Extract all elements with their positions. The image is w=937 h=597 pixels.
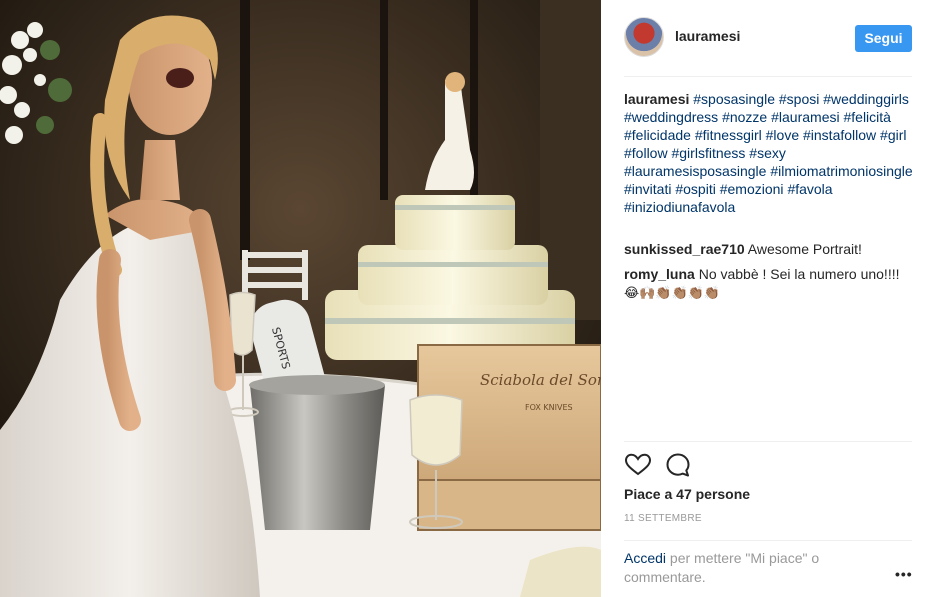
hashtag-link[interactable]: #lauramesi <box>771 109 839 125</box>
box-engraving: Sciabola del Sommelier <box>480 371 601 389</box>
hashtag-link[interactable]: #girl <box>880 127 906 143</box>
hashtag-link[interactable]: #ospiti <box>675 181 715 197</box>
hashtag-link[interactable]: #invitati <box>624 181 671 197</box>
comment-username[interactable]: sunkissed_rae710 <box>624 241 745 257</box>
login-link[interactable]: Accedi <box>624 550 666 566</box>
comment-icon[interactable] <box>664 451 692 479</box>
more-options-icon[interactable]: ••• <box>895 566 913 582</box>
comment-text: Awesome Portrait! <box>747 241 862 257</box>
post-date: 11 SETTEMBRE <box>624 513 702 524</box>
hashtag-link[interactable]: #instafollow <box>803 127 876 143</box>
hashtag-link[interactable]: #weddingdress <box>624 109 718 125</box>
hashtag-link[interactable]: #ilmiomatrimoniosingle <box>770 163 912 179</box>
hashtag-link[interactable]: #girlsfitness <box>671 145 745 161</box>
hashtag-link[interactable]: #sposasingle <box>693 91 775 107</box>
comment-emoji: 😂🙌🏽👏🏽👏🏽👏🏽👏🏽 <box>624 285 721 300</box>
avatar[interactable] <box>624 17 664 57</box>
hashtag-link[interactable]: #fitnessgirl <box>695 127 762 143</box>
divider <box>624 540 912 541</box>
caption-hashtags: #sposasingle #sposi #weddinggirls #weddi… <box>624 91 913 215</box>
hashtag-link[interactable]: #nozze <box>722 109 767 125</box>
hashtag-link[interactable]: #lauramesisposasingle <box>624 163 766 179</box>
caption-username[interactable]: lauramesi <box>624 91 689 107</box>
divider <box>624 76 912 77</box>
comment-username[interactable]: romy_luna <box>624 266 695 282</box>
divider <box>624 441 912 442</box>
heart-icon[interactable] <box>624 451 652 479</box>
comment-text: No vabbè ! Sei la numero uno!!!! <box>698 266 900 282</box>
box-brand: FOX KNIVES <box>525 403 573 412</box>
hashtag-link[interactable]: #iniziodiunafavola <box>624 199 735 215</box>
hashtag-link[interactable]: #weddinggirls <box>823 91 909 107</box>
follow-button[interactable]: Segui <box>855 25 912 52</box>
wedding-photo-illustration: Sciabola del Sommelier FOX KNIVES SPORTS <box>0 0 601 597</box>
post-username[interactable]: lauramesi <box>675 28 740 44</box>
hashtag-link[interactable]: #favola <box>787 181 832 197</box>
likes-count[interactable]: Piace a 47 persone <box>624 486 750 502</box>
post-photo[interactable]: Sciabola del Sommelier FOX KNIVES SPORTS <box>0 0 601 597</box>
hashtag-link[interactable]: #sposi <box>779 91 819 107</box>
comment-item: sunkissed_rae710 Awesome Portrait! <box>624 240 914 258</box>
hashtag-link[interactable]: #love <box>766 127 799 143</box>
hashtag-link[interactable]: #felicidade <box>624 127 691 143</box>
post-caption: lauramesi #sposasingle #sposi #weddinggi… <box>624 90 914 216</box>
comment-item: romy_luna No vabbè ! Sei la numero uno!!… <box>624 265 914 302</box>
login-prompt: Accedi per mettere "Mi piace" o commenta… <box>624 549 864 587</box>
instagram-post: Sciabola del Sommelier FOX KNIVES SPORTS <box>0 0 937 597</box>
hashtag-link[interactable]: #felicità <box>843 109 890 125</box>
hashtag-link[interactable]: #emozioni <box>720 181 784 197</box>
hashtag-link[interactable]: #follow <box>624 145 668 161</box>
hashtag-link[interactable]: #sexy <box>749 145 786 161</box>
